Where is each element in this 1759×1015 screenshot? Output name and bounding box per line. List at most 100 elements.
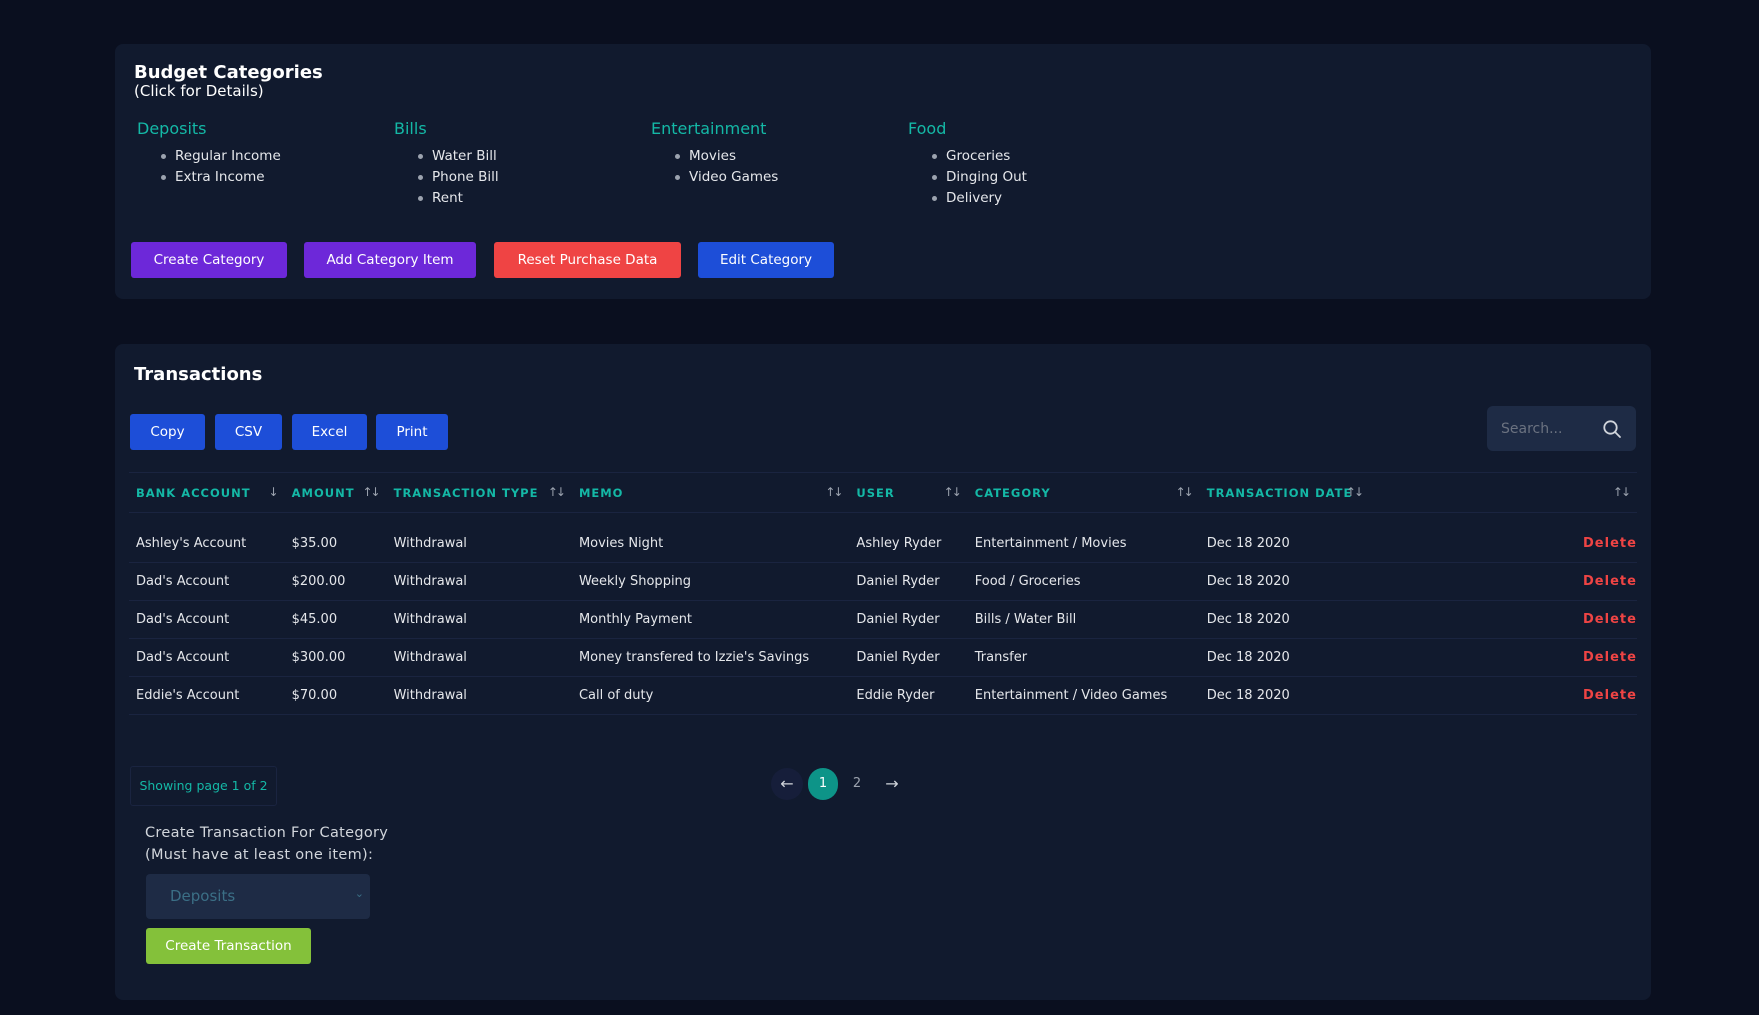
column-header-memo[interactable]: MEMO ↑↓ [572,473,849,513]
budget-subtitle: (Click for Details) [134,82,264,100]
next-page-arrow-icon[interactable]: → [880,768,904,800]
edit-category-button[interactable]: Edit Category [698,242,834,278]
category-bills[interactable]: Bills Water Bill Phone Bill Rent [392,119,632,209]
page-button-1[interactable]: 1 [808,768,838,800]
delete-button[interactable]: Delete [1370,601,1637,639]
cell-user: Daniel Ryder [856,574,940,589]
category-item: Regular Income [161,146,375,167]
column-label: BANK ACCOUNT [136,485,251,500]
column-header-amount[interactable]: AMOUNT ↑↓ [285,473,387,513]
cell-bank-account: Dad's Account [136,650,230,665]
budget-categories-card: Budget Categories (Click for Details) De… [115,44,1651,299]
cell-type: Withdrawal [393,688,467,703]
sort-icon: ↑↓ [1175,485,1194,499]
delete-button[interactable]: Delete [1370,677,1637,715]
cell-user: Eddie Ryder [856,688,935,703]
sort-icon: ↑↓ [1345,485,1364,499]
category-select[interactable]: Deposits ⌄ [146,874,370,919]
column-header-category[interactable]: CATEGORY ↑↓ [968,473,1200,513]
sort-icon: ↑↓ [362,485,381,499]
cell-user: Daniel Ryder [856,650,940,665]
delete-button[interactable]: Delete [1370,525,1637,563]
column-header-actions[interactable]: ↑↓ [1370,473,1637,513]
sort-icon: ↑↓ [943,485,962,499]
column-header-transaction-date[interactable]: TRANSACTION DATE ↑↓ [1200,473,1370,513]
table-row: Eddie's Account $70.00 Withdrawal Call o… [129,677,1637,715]
sort-desc-icon: ↓ [268,485,279,499]
category-item: Delivery [932,188,1146,209]
category-item: Phone Bill [418,167,632,188]
column-header-user[interactable]: USER ↑↓ [849,473,967,513]
chevron-down-icon: ⌄ [354,887,364,900]
category-name[interactable]: Food [908,119,1146,138]
cell-bank-account: Eddie's Account [136,688,240,703]
delete-button[interactable]: Delete [1370,563,1637,601]
cell-category: Entertainment / Movies [974,535,1127,551]
sort-icon: ↑↓ [547,485,566,499]
cell-memo: Movies Night [578,535,664,551]
excel-button[interactable]: Excel [292,414,367,450]
category-item: Water Bill [418,146,632,167]
cell-bank-account: Dad's Account [136,574,230,589]
cell-amount: $45.00 [291,612,338,627]
reset-purchase-data-button[interactable]: Reset Purchase Data [494,242,681,278]
delete-button[interactable]: Delete [1370,639,1637,677]
transactions-card: Transactions Copy CSV Excel Print BANK A… [115,344,1651,1000]
print-button[interactable]: Print [376,414,448,450]
table-row: Dad's Account $300.00 Withdrawal Money t… [129,639,1637,677]
cell-amount: $200.00 [291,574,346,589]
column-label: USER [856,485,895,500]
cell-category: Entertainment / Video Games [974,688,1168,703]
prev-page-arrow-icon[interactable]: ← [771,768,803,800]
page-info: Showing page 1 of 2 [130,766,277,806]
column-label: AMOUNT [291,485,355,500]
sort-icon: ↑↓ [825,485,843,499]
cell-date: Dec 18 2020 [1206,612,1290,627]
cell-date: Dec 18 2020 [1206,574,1290,589]
category-entertainment[interactable]: Entertainment Movies Video Games [649,119,889,188]
create-transaction-button[interactable]: Create Transaction [146,928,311,964]
cell-category: Bills / Water Bill [974,612,1077,627]
table-row: Dad's Account $45.00 Withdrawal Monthly … [129,601,1637,639]
cell-category: Food / Groceries [974,574,1081,589]
cell-memo: Weekly Shopping [578,574,692,589]
cell-memo: Monthly Payment [578,612,693,627]
table-header-row: BANK ACCOUNT ↓ AMOUNT ↑↓ TRANSACTION TYPE ↑… [129,472,1637,513]
category-food[interactable]: Food Groceries Dinging Out Delivery [906,119,1146,209]
category-name[interactable]: Bills [394,119,632,138]
category-name[interactable]: Deposits [137,119,375,138]
cell-memo: Call of duty [578,688,654,703]
cell-date: Dec 18 2020 [1206,688,1290,703]
category-name[interactable]: Entertainment [651,119,889,138]
sort-icon: ↑↓ [1612,485,1631,499]
csv-button[interactable]: CSV [215,414,282,450]
cell-type: Withdrawal [393,612,467,627]
cell-bank-account: Dad's Account [136,612,230,627]
cell-type: Withdrawal [393,535,467,551]
column-header-transaction-type[interactable]: TRANSACTION TYPE ↑↓ [387,473,572,513]
category-select-value: Deposits [170,887,236,905]
create-category-button[interactable]: Create Category [131,242,287,278]
cell-type: Withdrawal [393,574,467,589]
cell-amount: $300.00 [291,650,346,665]
create-transaction-label-line1: Create Transaction For Category [145,825,389,841]
cell-category: Transfer [974,650,1028,665]
cell-bank-account: Ashley's Account [136,535,247,551]
search-box [1487,406,1636,451]
search-input[interactable] [1487,406,1597,451]
category-item: Video Games [675,167,889,188]
cell-date: Dec 18 2020 [1206,535,1290,551]
cell-user: Ashley Ryder [856,535,942,551]
column-label: TRANSACTION DATE [1206,485,1353,500]
transactions-title: Transactions [134,364,263,385]
column-header-bank-account[interactable]: BANK ACCOUNT ↓ [129,473,285,513]
add-category-item-button[interactable]: Add Category Item [304,242,476,278]
page-button-2[interactable]: 2 [845,768,869,800]
category-deposits[interactable]: Deposits Regular Income Extra Income [135,119,375,188]
create-transaction-label-line2: (Must have at least one item): [145,847,374,863]
category-item: Rent [418,188,632,209]
table-row: Ashley's Account $35.00 Withdrawal Movie… [129,525,1637,563]
copy-button[interactable]: Copy [130,414,205,450]
search-icon[interactable] [1602,419,1622,439]
category-item: Groceries [932,146,1146,167]
